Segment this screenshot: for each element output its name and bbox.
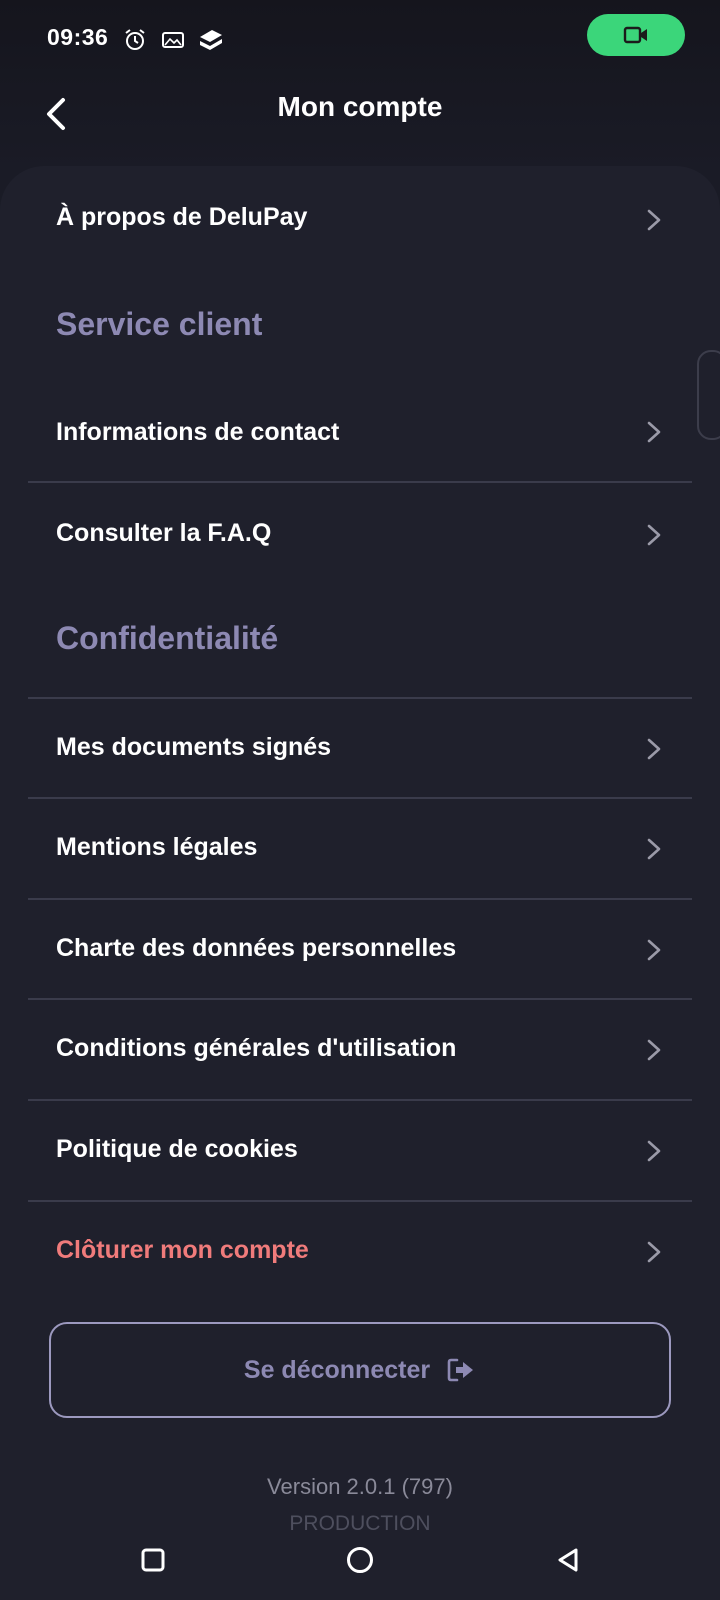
menu-item-cookie-policy[interactable]: Politique de cookies xyxy=(28,1101,692,1199)
home-icon xyxy=(347,1547,373,1573)
chevron-right-icon xyxy=(647,1039,661,1061)
section-title-service: Service client xyxy=(56,306,263,342)
chevron-right-icon xyxy=(647,738,661,760)
menu-item-faq[interactable]: Consulter la F.A.Q xyxy=(28,483,692,583)
video-camera-icon xyxy=(623,26,647,44)
chevron-right-icon xyxy=(647,421,661,443)
side-drawer-handle[interactable] xyxy=(697,350,720,440)
menu-item-label: Informations de contact xyxy=(56,418,340,446)
logout-label: Se déconnecter xyxy=(243,1355,431,1384)
chevron-right-icon xyxy=(647,1140,661,1162)
status-bar: 09:36 xyxy=(0,0,720,80)
menu-item-label: Mes documents signés xyxy=(56,733,332,761)
menu-item-label: Clôturer mon compte xyxy=(56,1236,309,1264)
menu-item-about[interactable]: À propos de DeluPay xyxy=(28,170,692,270)
status-time: 09:36 xyxy=(47,24,109,50)
menu-item-legal-notices[interactable]: Mentions légales xyxy=(28,799,692,897)
menu-item-label: Conditions générales d'utilisation xyxy=(56,1034,457,1062)
chevron-right-icon xyxy=(647,1241,661,1263)
header: Mon compte xyxy=(0,80,720,170)
logout-icon xyxy=(447,1358,474,1382)
recent-apps-button[interactable] xyxy=(131,1538,175,1582)
recent-apps-icon xyxy=(141,1548,165,1572)
menu-item-contact[interactable]: Informations de contact xyxy=(28,382,692,480)
logout-button[interactable]: Se déconnecter xyxy=(49,1322,671,1418)
menu-item-label: Mentions légales xyxy=(56,833,258,861)
alarm-icon xyxy=(122,27,148,53)
app-stack-icon xyxy=(198,27,224,53)
chevron-right-icon xyxy=(647,209,661,231)
menu-item-label: À propos de DeluPay xyxy=(56,203,308,231)
menu-item-close-account[interactable]: Clôturer mon compte xyxy=(28,1202,692,1302)
menu-item-data-charter[interactable]: Charte des données personnelles xyxy=(28,900,692,998)
menu-item-label: Politique de cookies xyxy=(56,1135,298,1163)
system-nav-bar xyxy=(0,1520,720,1600)
chevron-right-icon xyxy=(647,939,661,961)
home-button[interactable] xyxy=(338,1538,382,1582)
menu-item-terms-of-use[interactable]: Conditions générales d'utilisation xyxy=(28,1000,692,1098)
camera-in-use-indicator[interactable] xyxy=(587,14,685,56)
chevron-right-icon xyxy=(647,838,661,860)
menu-item-label: Charte des données personnelles xyxy=(56,934,457,962)
chevron-right-icon xyxy=(647,524,661,546)
menu-item-signed-documents[interactable]: Mes documents signés xyxy=(28,699,692,797)
menu-item-label: Consulter la F.A.Q xyxy=(56,519,272,547)
section-title-privacy: Confidentialité xyxy=(56,620,279,656)
back-triangle-icon xyxy=(558,1548,578,1572)
version-text: Version 2.0.1 (797) xyxy=(267,1474,453,1499)
system-back-button[interactable] xyxy=(546,1538,590,1582)
page-title: Mon compte xyxy=(277,91,443,122)
screen: 09:36 Mon compte À propos de DeluPay Ser… xyxy=(0,0,720,1600)
image-icon xyxy=(160,27,186,53)
